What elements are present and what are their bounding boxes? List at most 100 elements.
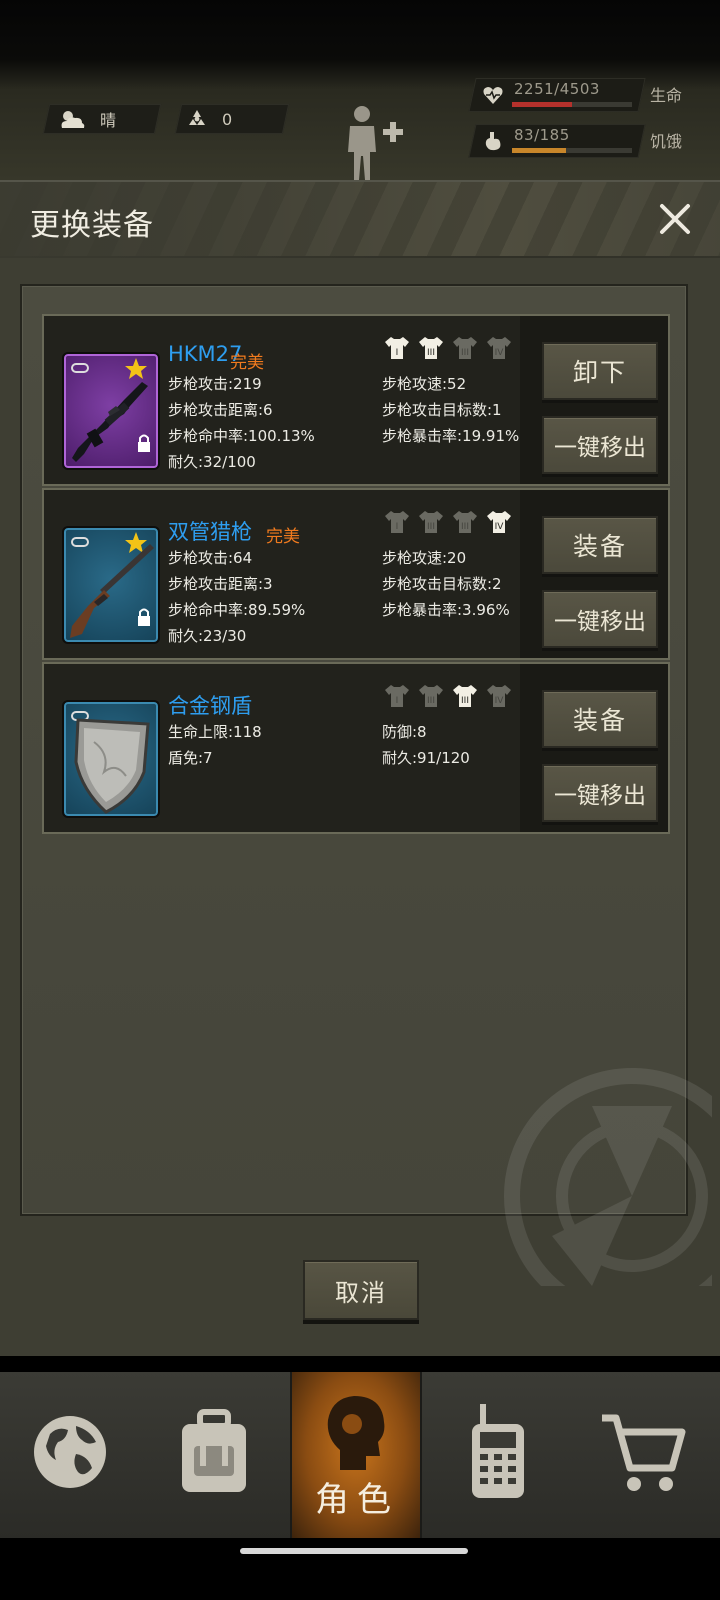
shirt-tier-label: IV [495,522,505,532]
weather-text: 晴 [100,111,117,130]
shield-icon [74,718,150,814]
stat-durability: 耐久:23/30 [168,627,247,645]
radio-icon [472,1404,524,1498]
equipment-list: HKM27 完美 I III III IV 步枪攻击:219 步枪攻击距离:6 步枪命… [20,284,712,1286]
world-icon [34,1416,106,1488]
hunger-label: 饥饿 [650,132,683,151]
item-thumbnail[interactable] [62,352,160,470]
link-icon [71,363,89,373]
item-name: 双管猎枪 [168,520,252,544]
armor-tier-icons: I III III IV [384,684,512,708]
shirt-tier-1-icon: I [385,337,409,359]
equip-button[interactable]: 装备 [542,690,658,748]
dialog-header: 更换装备 [0,182,720,258]
equipment-item-hkm27: HKM27 完美 I III III IV 步枪攻击:219 步枪攻击距离:6 步枪命… [42,314,670,486]
health-label: 生命 [650,86,683,105]
equip-button[interactable]: 装备 [542,516,658,574]
stat-crit: 步枪暴击率:3.96% [382,601,510,619]
stat-max-health: 生命上限:118 [168,723,262,741]
cloud-sun-icon [61,111,85,128]
shirt-tier-label: III [427,348,435,358]
shirt-tier-label: III [461,522,469,532]
radiation-value: 0 [222,109,233,129]
equipment-item-double-barrel: 双管猎枪 完美 I III III IV 步枪攻击:64 步枪攻击距离:3 步枪命中率… [42,488,670,660]
shirt-tier-label: IV [495,696,505,706]
heart-icon [483,87,503,104]
shirt-tier-label: I [396,696,399,706]
item-quality: 完美 [230,353,264,373]
status-hud: 晴 0 2251/4503 生命 83/185 饥饿 [0,0,720,200]
shirt-tier-1-icon: I [385,685,409,707]
health-bar [512,102,632,107]
stat-speed: 步枪攻速:52 [382,375,467,393]
item-quality: 完美 [266,527,300,547]
item-thumbnail[interactable] [62,526,160,644]
stat-attack: 步枪攻击:219 [168,375,262,393]
stomach-icon [485,132,501,151]
armor-tier-icons: I III III IV [384,510,512,534]
body-status-icon[interactable] [340,100,410,180]
close-icon[interactable] [652,196,698,242]
stat-range: 步枪攻击距离:3 [168,575,273,593]
hunger-value: 83/185 [514,126,570,144]
shirt-tier-label: IV [495,348,505,358]
nav-character[interactable]: 角色 [290,1372,422,1538]
link-icon [71,537,89,547]
shirt-tier-2-icon: III [419,511,443,533]
character-icon [327,1396,385,1470]
hunger-bar [512,148,632,153]
backpack-icon [182,1409,246,1492]
shirt-tier-3-icon: III [453,685,477,707]
dialog-title: 更换装备 [30,208,154,243]
bottom-nav: 角色 [0,1372,720,1538]
stat-accuracy: 步枪命中率:89.59% [168,601,306,619]
shirt-tier-3-icon: III [453,337,477,359]
shirt-tier-4-icon: IV [487,511,511,533]
nav-shop[interactable] [572,1372,720,1538]
shirt-tier-4-icon: IV [487,337,511,359]
shirt-tier-2-icon: III [419,685,443,707]
lock-icon [138,434,150,452]
rifle-icon [72,382,148,462]
shirt-tier-label: III [461,696,469,706]
remove-all-button[interactable]: 一键移出 [542,416,658,474]
change-equipment-dialog: 更换装备 HKM27 完美 I III III IV 步枪攻击:219 步枪攻击… [0,180,720,1356]
nav-backpack[interactable] [144,1372,290,1538]
radiation-icon [189,110,205,125]
stat-durability: 耐久:91/120 [382,749,470,767]
cancel-button[interactable]: 取消 [303,1260,419,1320]
stat-defense: 防御:8 [382,723,427,741]
shirt-tier-4-icon: IV [487,685,511,707]
shirt-tier-label: III [427,696,435,706]
stat-shield-block: 盾免:7 [168,749,213,767]
health-stat: 2251/4503 生命 [468,78,720,112]
equipment-item-alloy-shield: 合金钢盾 I III III IV 生命上限:118 盾免:7 防御:8 耐久:91/… [42,662,670,834]
nav-radio[interactable] [422,1372,572,1538]
radiation-watermark-icon [504,1068,712,1286]
stat-durability: 耐久:32/100 [168,453,256,471]
stat-targets: 步枪攻击目标数:2 [382,575,502,593]
shirt-tier-label: I [396,522,399,532]
stat-accuracy: 步枪命中率:100.13% [168,427,315,445]
nav-character-label: 角色 [315,1480,399,1520]
stat-range: 步枪攻击距离:6 [168,401,273,419]
remove-all-button[interactable]: 一键移出 [542,590,658,648]
armor-tier-icons: I III III IV [384,336,512,360]
remove-all-button[interactable]: 一键移出 [542,764,658,822]
weather-indicator: 晴 [58,104,116,134]
shirt-tier-label: I [396,348,399,358]
home-indicator[interactable] [240,1548,468,1554]
stat-crit: 步枪暴击率:19.91% [382,427,520,445]
lock-icon [138,608,150,626]
stat-targets: 步枪攻击目标数:1 [382,401,502,419]
shirt-tier-3-icon: III [453,511,477,533]
star-icon [125,358,147,379]
stat-speed: 步枪攻速:20 [382,549,467,567]
health-value: 2251/4503 [514,80,600,98]
hunger-stat: 83/185 饥饿 [468,124,720,158]
shirt-tier-1-icon: I [385,511,409,533]
cart-icon [602,1414,686,1491]
nav-world[interactable] [0,1372,144,1538]
item-thumbnail[interactable] [62,700,160,818]
unequip-button[interactable]: 卸下 [542,342,658,400]
